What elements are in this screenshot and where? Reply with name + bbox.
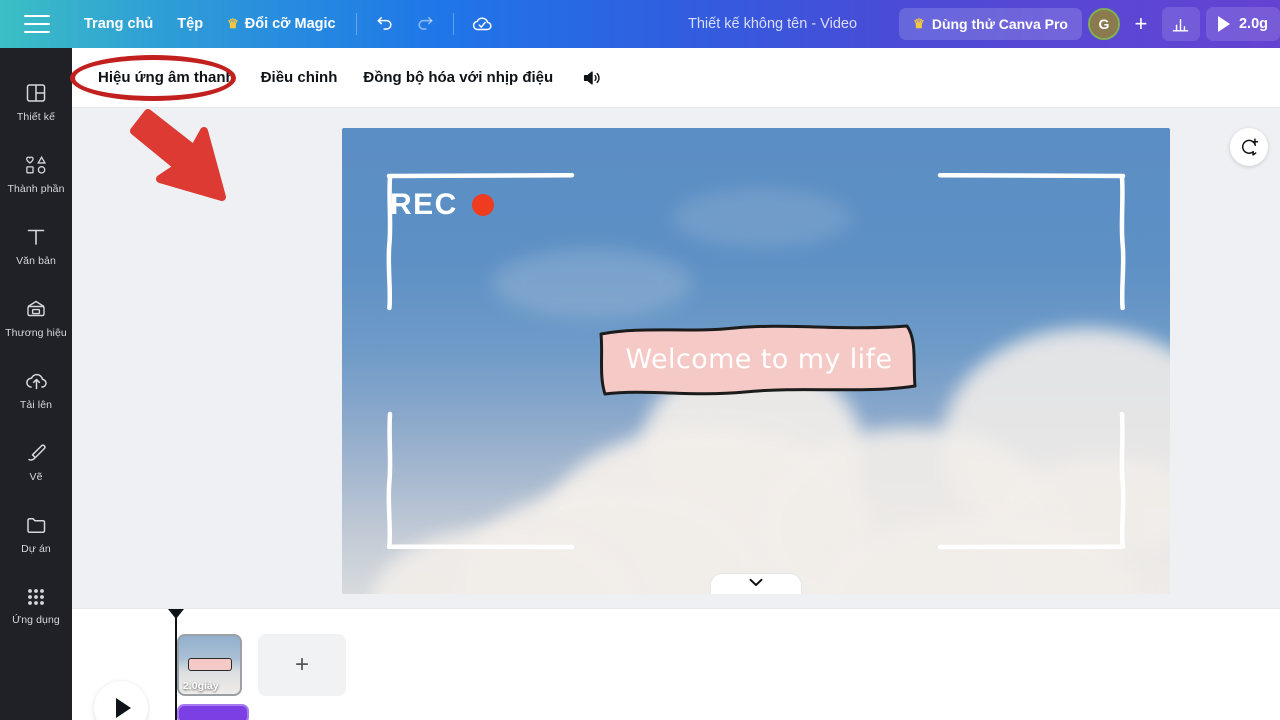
layout-icon	[26, 84, 46, 102]
toolbar-beat-sync[interactable]: Đồng bộ hóa với nhịp điệu	[351, 61, 565, 94]
divider	[355, 13, 357, 35]
timeline-clip[interactable]: 2.0giây	[177, 634, 242, 696]
canva-editor-window: Trang chủ Tệp ♛ Đổi cỡ Magic Thiết kế kh…	[0, 0, 1280, 720]
add-comment-icon	[1241, 138, 1258, 156]
sidebar-item-elements-label: Thành phần	[7, 183, 65, 195]
add-collaborator-button[interactable]: +	[1126, 9, 1156, 39]
sidebar-item-elements[interactable]: Thành phần	[0, 138, 72, 210]
divider	[452, 13, 454, 35]
sidebar-item-apps-label: Ứng dụng	[12, 614, 60, 626]
top-right-actions: ♛ Dùng thử Canva Pro G + 2.0g	[899, 0, 1280, 48]
left-sidebar: Thiết kế Thành phần Văn bản Thương hiệu …	[0, 48, 72, 720]
sidebar-item-design-label: Thiết kế	[16, 111, 56, 123]
menu-magic-resize-label: Đổi cỡ Magic	[244, 16, 336, 32]
redo-icon[interactable]	[408, 7, 442, 41]
play-icon	[1217, 16, 1230, 32]
frame-corner-bottom-left	[386, 410, 576, 550]
top-navigation-bar: Trang chủ Tệp ♛ Đổi cỡ Magic Thiết kế kh…	[0, 0, 1280, 48]
rec-indicator: REC	[390, 188, 494, 222]
sidebar-item-uploads[interactable]: Tải lên	[0, 354, 72, 426]
crown-icon: ♛	[913, 16, 925, 31]
text-sticker-element[interactable]: Welcome to my life	[595, 320, 923, 398]
cloud-shape	[672, 188, 852, 248]
hamburger-icon[interactable]	[24, 15, 50, 33]
menu-magic-resize[interactable]: ♛ Đổi cỡ Magic	[215, 9, 348, 39]
clip-duration-label: 2.0giây	[183, 680, 219, 692]
document-title: Thiết kế không tên - Video	[688, 16, 858, 32]
sidebar-item-projects[interactable]: Dự án	[0, 498, 72, 570]
brand-icon	[27, 300, 45, 317]
audio-track-clip[interactable]	[177, 704, 249, 720]
crown-icon: ♛	[227, 16, 239, 31]
try-canva-pro-label: Dùng thử Canva Pro	[931, 16, 1068, 32]
cloud-saved-icon[interactable]	[465, 7, 499, 41]
sidebar-item-projects-label: Dự án	[21, 543, 51, 555]
menu-file[interactable]: Tệp	[165, 9, 215, 39]
preview-play-button[interactable]: 2.0g	[1205, 7, 1280, 41]
timeline-panel: 2.0giây +	[72, 608, 1280, 720]
frame-corner-bottom-right	[936, 410, 1126, 550]
play-icon	[115, 698, 131, 718]
collapse-canvas-handle[interactable]	[710, 573, 802, 594]
context-toolbar: Hiệu ứng âm thanh Điều chỉnh Đồng bộ hóa…	[72, 48, 1280, 108]
record-dot-icon	[471, 194, 494, 216]
timeline-play-button[interactable]	[94, 681, 148, 720]
sticker-text: Welcome to my life	[625, 343, 893, 375]
sidebar-item-draw-label: Vẽ	[29, 471, 43, 483]
clip-thumbnail-sticker	[188, 658, 232, 671]
sidebar-item-brand-label: Thương hiệu	[5, 327, 67, 339]
avatar[interactable]: G	[1087, 8, 1120, 40]
text-icon	[27, 229, 45, 245]
sidebar-item-text[interactable]: Văn bản	[0, 210, 72, 282]
draw-icon	[27, 444, 46, 461]
frame-corner-top-right	[936, 172, 1126, 312]
undo-icon[interactable]	[368, 7, 402, 41]
chevron-down-icon	[749, 578, 763, 586]
shapes-icon	[26, 155, 47, 174]
apps-grid-icon	[28, 589, 44, 605]
add-page-button[interactable]: +	[258, 634, 346, 696]
toolbar-adjust[interactable]: Điều chỉnh	[249, 61, 350, 94]
editor-area: REC Welcome to my life	[72, 108, 1280, 608]
toolbar-sound-effects[interactable]: Hiệu ứng âm thanh	[86, 61, 247, 94]
sidebar-item-design[interactable]: Thiết kế	[0, 66, 72, 138]
design-canvas[interactable]: REC Welcome to my life	[342, 128, 1170, 594]
sidebar-item-uploads-label: Tải lên	[19, 399, 53, 411]
bar-chart-icon[interactable]	[1161, 7, 1200, 41]
volume-icon[interactable]	[575, 61, 609, 95]
preview-duration-label: 2.0g	[1238, 16, 1268, 32]
sidebar-item-text-label: Văn bản	[16, 255, 56, 267]
sidebar-item-brand[interactable]: Thương hiệu	[0, 282, 72, 354]
try-canva-pro-button[interactable]: ♛ Dùng thử Canva Pro	[899, 8, 1082, 40]
rec-label: REC	[390, 188, 458, 221]
menu-home[interactable]: Trang chủ	[72, 9, 165, 39]
upload-icon	[25, 373, 47, 390]
add-comment-button[interactable]	[1230, 128, 1268, 166]
sidebar-item-draw[interactable]: Vẽ	[0, 426, 72, 498]
folder-icon	[26, 517, 45, 534]
sidebar-item-apps[interactable]: Ứng dụng	[0, 570, 72, 642]
